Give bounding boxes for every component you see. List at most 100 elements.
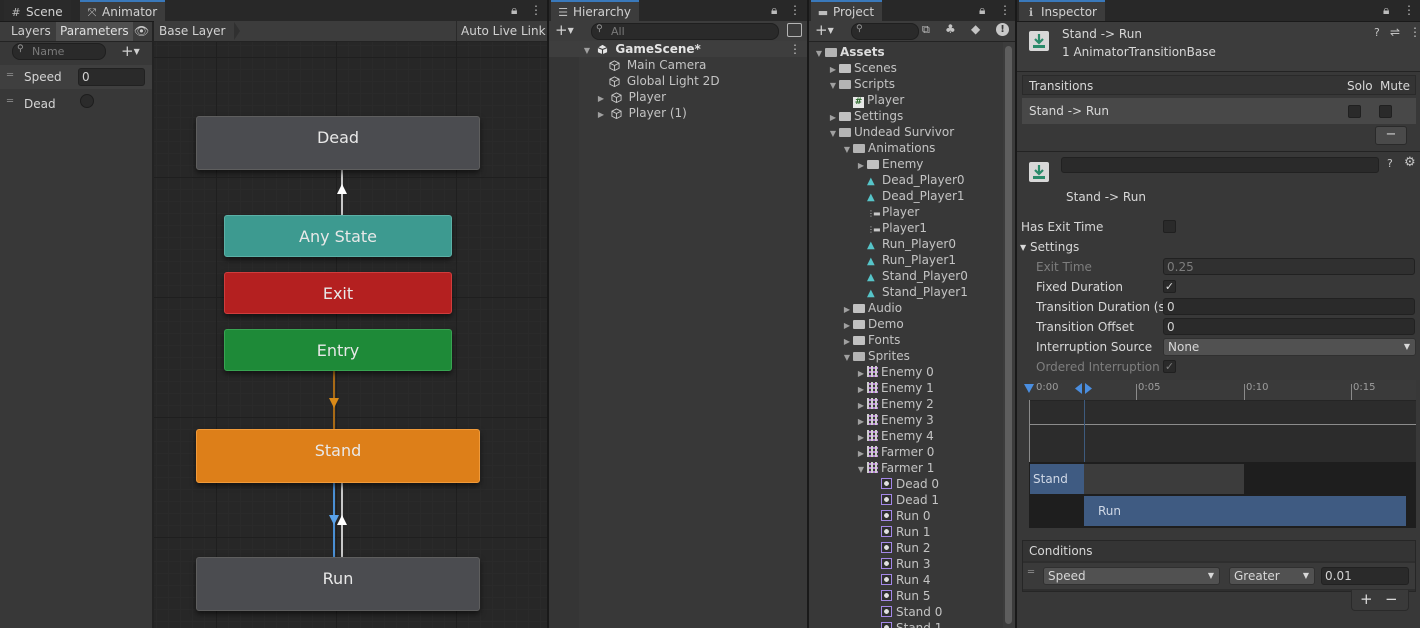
transition-timeline[interactable]: 0:00 0:05 0:10 0:15 Stand Run bbox=[1024, 380, 1416, 528]
lock-icon[interactable]: 🔒︎ bbox=[771, 3, 777, 18]
project-item[interactable]: # Player bbox=[841, 92, 904, 108]
project-item[interactable]: ▶ Fonts bbox=[841, 332, 900, 348]
expand-arrow-icon[interactable]: ▶ bbox=[595, 107, 607, 123]
project-item[interactable]: Run 0 bbox=[869, 508, 930, 524]
condition-mode-dropdown[interactable]: Greater ▼ bbox=[1229, 567, 1315, 585]
drag-handle-icon[interactable]: ═ bbox=[1028, 567, 1034, 578]
drag-handle-icon[interactable]: ═ bbox=[7, 70, 13, 81]
expand-arrow-icon[interactable]: ▼ bbox=[813, 46, 825, 62]
lock-icon[interactable]: 🔒︎ bbox=[511, 3, 517, 18]
remove-condition-button[interactable]: − bbox=[1385, 590, 1398, 608]
project-item[interactable]: ▶ Enemy 1 bbox=[855, 380, 934, 396]
project-item[interactable]: Run 5 bbox=[869, 588, 930, 604]
project-item[interactable]: ▲ Stand_Player1 bbox=[855, 284, 968, 300]
more-menu-icon[interactable]: ⋮ bbox=[530, 3, 542, 17]
condition-threshold-input[interactable]: 0.01 bbox=[1321, 567, 1409, 585]
search-by-type-icon[interactable]: ⧉ bbox=[922, 23, 930, 37]
parameter-row-dead[interactable]: ═ Dead bbox=[0, 91, 152, 115]
project-item[interactable]: ▲ Dead_Player0 bbox=[855, 172, 965, 188]
solo-checkbox[interactable] bbox=[1348, 105, 1361, 118]
remove-transition-button[interactable]: − bbox=[1375, 126, 1407, 145]
hierarchy-item-main-camera[interactable]: Main Camera bbox=[609, 57, 706, 73]
project-item[interactable]: Stand 0 bbox=[869, 604, 942, 620]
project-item[interactable]: ⋮▬ Player bbox=[855, 204, 919, 220]
settings-gear-icon[interactable]: ⚙ bbox=[1404, 155, 1416, 170]
settings-foldout[interactable]: ▼ Settings bbox=[1020, 240, 1079, 254]
scene-visibility-icon[interactable] bbox=[787, 23, 802, 37]
project-item[interactable]: ▶ Enemy 0 bbox=[855, 364, 934, 380]
has-exit-time-checkbox[interactable] bbox=[1163, 220, 1176, 233]
project-item[interactable]: ▲ Dead_Player1 bbox=[855, 188, 965, 204]
transition-duration-input[interactable]: 0 bbox=[1163, 298, 1415, 315]
hierarchy-search[interactable]: ⚲ All bbox=[591, 23, 779, 40]
transition-start-marker-icon[interactable] bbox=[1075, 383, 1082, 394]
auto-live-link-button[interactable]: Auto Live Link bbox=[456, 21, 547, 41]
ordered-interruption-checkbox[interactable]: ✓ bbox=[1163, 360, 1176, 373]
expand-arrow-icon[interactable]: ▼ bbox=[841, 350, 853, 366]
expand-arrow-icon[interactable]: ▼ bbox=[855, 462, 867, 478]
project-item[interactable]: ▲ Stand_Player0 bbox=[855, 268, 968, 284]
project-item[interactable]: ▶ Audio bbox=[841, 300, 902, 316]
component-menu-icon[interactable]: ⋮ bbox=[1409, 25, 1420, 39]
project-item[interactable]: Run 2 bbox=[869, 540, 930, 556]
parameter-value-input[interactable]: 0 bbox=[78, 68, 145, 86]
project-item[interactable]: ▶ Enemy bbox=[855, 156, 923, 172]
create-button[interactable]: +▼ bbox=[815, 21, 834, 39]
condition-row[interactable]: ═ Speed ▼ Greater ▼ 0.01 bbox=[1023, 563, 1415, 589]
project-item[interactable]: ▶ Enemy 2 bbox=[855, 396, 934, 412]
playhead-marker-icon[interactable] bbox=[1024, 384, 1034, 393]
project-item[interactable]: ▶ Scenes bbox=[827, 60, 897, 76]
transition-offset-input[interactable]: 0 bbox=[1163, 318, 1415, 335]
state-dead[interactable]: Dead bbox=[196, 116, 480, 170]
expand-arrow-icon[interactable]: ▼ bbox=[581, 43, 593, 59]
project-item[interactable]: ▶ Enemy 3 bbox=[855, 412, 934, 428]
add-condition-button[interactable]: + bbox=[1360, 590, 1373, 608]
more-menu-icon[interactable]: ⋮ bbox=[999, 3, 1011, 17]
project-scrollbar[interactable] bbox=[1003, 42, 1015, 628]
hierarchy-item-player-1[interactable]: ▶ Player (1) bbox=[595, 105, 687, 121]
project-item[interactable]: ▶ Farmer 0 bbox=[855, 444, 934, 460]
eye-icon[interactable]: 👁︎ bbox=[134, 24, 149, 38]
exit-time-input[interactable]: 0.25 bbox=[1163, 258, 1415, 275]
project-item[interactable]: ⋮▬ Player1 bbox=[855, 220, 927, 236]
scene-more-icon[interactable]: ⋮ bbox=[789, 41, 801, 57]
lock-icon[interactable]: 🔒︎ bbox=[1383, 3, 1389, 18]
project-item[interactable]: ▼ Animations bbox=[841, 140, 936, 158]
tab-scene[interactable]: # Scene bbox=[4, 0, 71, 21]
state-stand[interactable]: Stand bbox=[196, 429, 480, 483]
expand-arrow-icon[interactable]: ▼ bbox=[841, 142, 853, 158]
state-entry[interactable]: Entry bbox=[224, 329, 452, 371]
project-item[interactable]: ▼ Sprites bbox=[841, 348, 910, 364]
timeline-state-run[interactable]: Run bbox=[1084, 496, 1406, 526]
expand-arrow-icon[interactable]: ▼ bbox=[827, 126, 839, 142]
more-menu-icon[interactable]: ⋮ bbox=[1403, 3, 1415, 17]
help-icon[interactable]: ? bbox=[1374, 26, 1380, 39]
mute-checkbox[interactable] bbox=[1379, 105, 1392, 118]
drag-handle-icon[interactable]: ═ bbox=[7, 96, 13, 107]
project-item[interactable]: ▼ Farmer 1 bbox=[855, 460, 934, 476]
tab-layers[interactable]: Layers bbox=[5, 22, 57, 41]
expand-arrow-icon[interactable]: ▼ bbox=[827, 78, 839, 94]
interruption-source-dropdown[interactable]: None ▼ bbox=[1163, 338, 1416, 356]
search-by-label-icon[interactable]: ♣ bbox=[945, 22, 956, 36]
condition-parameter-dropdown[interactable]: Speed ▼ bbox=[1043, 567, 1220, 585]
tab-project[interactable]: ▬ Project bbox=[811, 0, 883, 21]
project-item[interactable]: ▼ Undead Survivor bbox=[827, 124, 954, 140]
state-run[interactable]: Run bbox=[196, 557, 480, 611]
scrollbar-thumb[interactable] bbox=[1005, 46, 1012, 624]
tab-parameters[interactable]: Parameters bbox=[56, 22, 133, 41]
tab-hierarchy[interactable]: ☰ Hierarchy bbox=[551, 0, 640, 21]
tag-icon[interactable]: ◆ bbox=[971, 22, 980, 36]
trigger-radio[interactable] bbox=[80, 94, 94, 108]
project-item[interactable]: ▶ Demo bbox=[841, 316, 904, 332]
breadcrumb[interactable]: Base Layer bbox=[159, 24, 226, 38]
scene-row[interactable]: ▼ GameScene* ⋮ bbox=[549, 41, 807, 57]
transition-list-row[interactable]: Stand -> Run bbox=[1022, 98, 1416, 124]
project-item[interactable]: ▼ Scripts bbox=[827, 76, 895, 92]
project-item[interactable]: ▲ Run_Player1 bbox=[855, 252, 956, 268]
transition-end-marker-icon[interactable] bbox=[1085, 383, 1092, 394]
add-parameter-button[interactable]: +▼ bbox=[121, 42, 140, 60]
more-menu-icon[interactable]: ⋮ bbox=[789, 3, 801, 17]
project-item[interactable]: Dead 0 bbox=[869, 476, 939, 492]
animator-graph[interactable]: Dead Any State Exit Entry Stand Run bbox=[154, 42, 547, 628]
